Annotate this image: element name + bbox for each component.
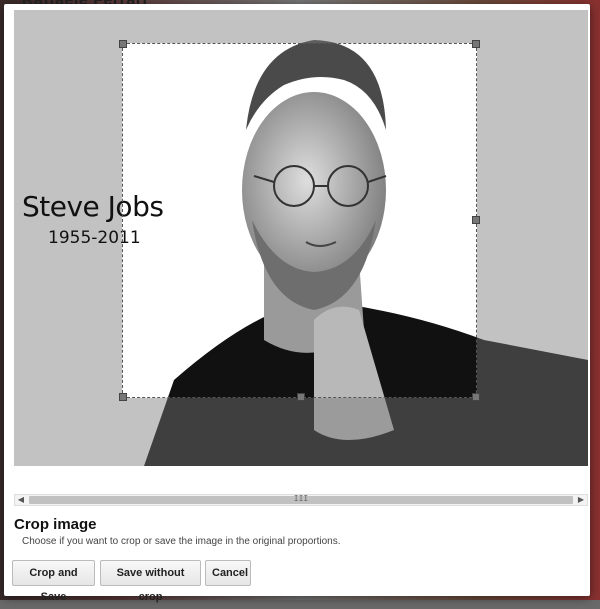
- dialog-description: Choose if you want to crop or save the i…: [22, 536, 341, 547]
- crop-handle-top-left[interactable]: [119, 40, 127, 48]
- crop-and-save-button[interactable]: Crop and Save: [12, 560, 95, 603]
- crop-selection-box[interactable]: [119, 40, 480, 401]
- horizontal-scrollbar[interactable]: ◀ III ▶: [14, 494, 588, 506]
- crop-dim-top: [14, 10, 588, 43]
- scroll-left-arrow-icon[interactable]: ◀: [15, 495, 27, 505]
- cancel-button[interactable]: Cancel: [205, 560, 251, 586]
- crop-handle-bottom-right[interactable]: [472, 393, 480, 401]
- crop-dim-right: [477, 43, 588, 398]
- crop-handle-top-right[interactable]: [472, 40, 480, 48]
- scroll-right-arrow-icon[interactable]: ▶: [575, 495, 587, 505]
- crop-handle-bottom-middle[interactable]: [297, 393, 305, 401]
- scrollbar-grip-icon: III: [293, 494, 309, 503]
- crop-dim-bottom: [14, 398, 588, 466]
- crop-handle-bottom-left[interactable]: [119, 393, 127, 401]
- crop-image-dialog: Steve Jobs 1955-2011 ◀ III ▶ Crop image …: [4, 4, 590, 603]
- dialog-title: Crop image: [14, 516, 97, 533]
- save-without-crop-button[interactable]: Save without crop: [100, 560, 201, 603]
- scrollbar-thumb[interactable]: III: [29, 494, 573, 504]
- crop-handle-right-middle[interactable]: [472, 216, 480, 224]
- image-viewport: Steve Jobs 1955-2011: [14, 10, 588, 466]
